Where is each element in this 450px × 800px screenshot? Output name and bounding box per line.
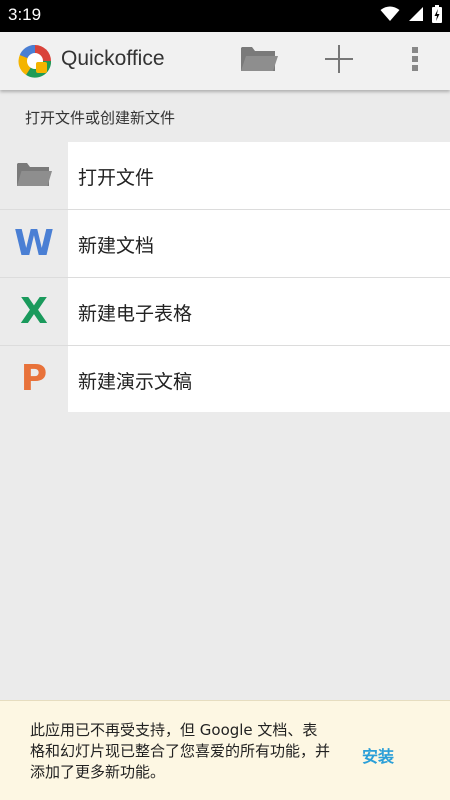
list-item-label: 新建文档 [78,235,155,257]
word-doc-icon: W [14,222,54,264]
folder-icon [240,45,278,77]
app-title: Quickoffice [61,47,165,70]
list-item-label: 新建演示文稿 [78,371,193,393]
deprecation-banner: 此应用已不再受支持，但 Google 文档、表格和幻灯片现已整合了您喜爱的所有功… [0,700,450,800]
battery-icon [432,5,442,27]
banner-message: 此应用已不再受支持，但 Google 文档、表格和幻灯片现已整合了您喜爱的所有功… [30,721,331,781]
add-icon [324,44,354,78]
list-item-new-spreadsheet[interactable]: X 新建电子表格 [0,278,450,346]
list-item-label: 打开文件 [78,167,155,189]
spreadsheet-icon: X [20,290,48,332]
folder-icon [16,161,52,191]
add-button[interactable] [319,41,359,81]
status-icons [380,5,442,27]
wifi-icon [380,6,400,26]
overflow-menu-icon [411,46,419,76]
action-list: 打开文件 W 新建文档 X 新建电子表格 P 新建演示文稿 [0,142,450,412]
status-bar: 3:19 [0,0,450,32]
install-button[interactable]: 安装 [362,743,394,767]
presentation-icon: P [20,358,48,399]
open-folder-button[interactable] [239,41,279,81]
list-item-new-presentation[interactable]: P 新建演示文稿 [0,346,450,412]
status-time: 3:19 [8,5,42,24]
list-item-new-document[interactable]: W 新建文档 [0,210,450,278]
section-header-text: 打开文件或创建新文件 [25,109,176,127]
app-bar: Quickoffice [0,32,450,90]
section-header: 打开文件或创建新文件 [0,92,450,140]
list-item-label: 新建电子表格 [78,303,193,325]
list-item-open-file[interactable]: 打开文件 [0,142,450,210]
quickoffice-logo-icon [17,43,53,79]
signal-icon [408,6,424,26]
overflow-menu-button[interactable] [395,41,435,81]
